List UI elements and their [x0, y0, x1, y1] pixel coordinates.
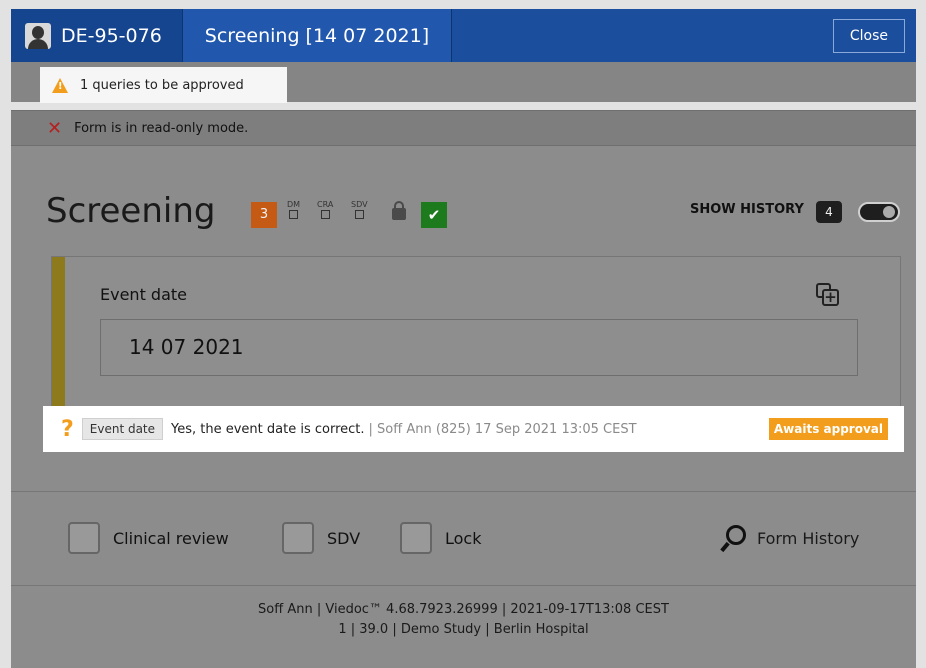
signed-check-icon: ✔ [421, 202, 447, 228]
lock-label: Lock [445, 528, 482, 548]
checkbox-box[interactable] [400, 522, 432, 554]
query-meta: | Soff Ann (825) 17 Sep 2021 13:05 CEST [368, 421, 637, 437]
show-history-label: SHOW HISTORY [690, 202, 804, 217]
close-button[interactable]: Close [832, 18, 905, 53]
query-status-bar [52, 257, 65, 415]
footer-line-2: 1 | 39.0 | Demo Study | Berlin Hospital [338, 622, 589, 637]
event-date-field: 14 07 2021 [100, 319, 858, 376]
question-icon: ? [61, 416, 74, 442]
sdv-flag: SDV [351, 200, 368, 219]
subject-tab[interactable]: DE-95-076 [11, 9, 183, 62]
query-field-chip: Event date [81, 418, 164, 440]
lock-icon [392, 201, 406, 220]
form-actions: Clinical review SDV Lock Form History [11, 491, 916, 586]
footer-line-1: Soff Ann | Viedoc™ 4.68.7923.26999 | 202… [258, 602, 669, 617]
queries-banner[interactable]: ! 1 queries to be approved [40, 67, 287, 103]
search-icon [723, 525, 746, 551]
cra-flag: CRA [317, 200, 333, 219]
show-history-toggle[interactable] [858, 202, 900, 222]
event-date-label: Event date [100, 285, 187, 304]
warning-icon: ! [52, 77, 68, 93]
event-date-card: Event date + 14 07 2021 [51, 256, 901, 416]
subject-id: DE-95-076 [61, 24, 162, 47]
clinical-review-checkbox[interactable]: Clinical review [68, 522, 229, 554]
read-only-banner: ✕ Form is in read-only mode. [11, 110, 916, 146]
query-count-badge[interactable]: 3 [251, 202, 277, 228]
query-text: Yes, the event date is correct. [171, 421, 365, 437]
top-bar: DE-95-076 Screening [14 07 2021] Close [11, 9, 916, 62]
read-only-text: Form is in read-only mode. [74, 120, 249, 136]
sdv-checkbox[interactable]: SDV [282, 522, 360, 554]
subject-avatar-icon [25, 22, 51, 49]
checkbox-box[interactable] [68, 522, 100, 554]
form-history-link[interactable]: Form History [723, 525, 859, 551]
dm-flag: DM [287, 200, 300, 219]
lock-checkbox[interactable]: Lock [400, 522, 481, 554]
copy-add-icon[interactable]: + [816, 283, 840, 307]
clinical-review-label: Clinical review [113, 528, 229, 548]
checkbox-box[interactable] [282, 522, 314, 554]
history-count-badge: 4 [816, 201, 842, 223]
queries-banner-text: 1 queries to be approved [80, 77, 244, 93]
footer: Soff Ann | Viedoc™ 4.68.7923.26999 | 202… [11, 586, 916, 668]
sdv-label: SDV [327, 528, 361, 548]
form-title: Screening [46, 191, 216, 231]
edit-disabled-icon: ✕ [47, 117, 63, 139]
form-tab[interactable]: Screening [14 07 2021] [182, 9, 453, 62]
form-history-label: Form History [757, 528, 860, 548]
awaits-approval-badge: Awaits approval [768, 418, 888, 440]
query-item[interactable]: ? Event date Yes, the event date is corr… [43, 406, 904, 452]
